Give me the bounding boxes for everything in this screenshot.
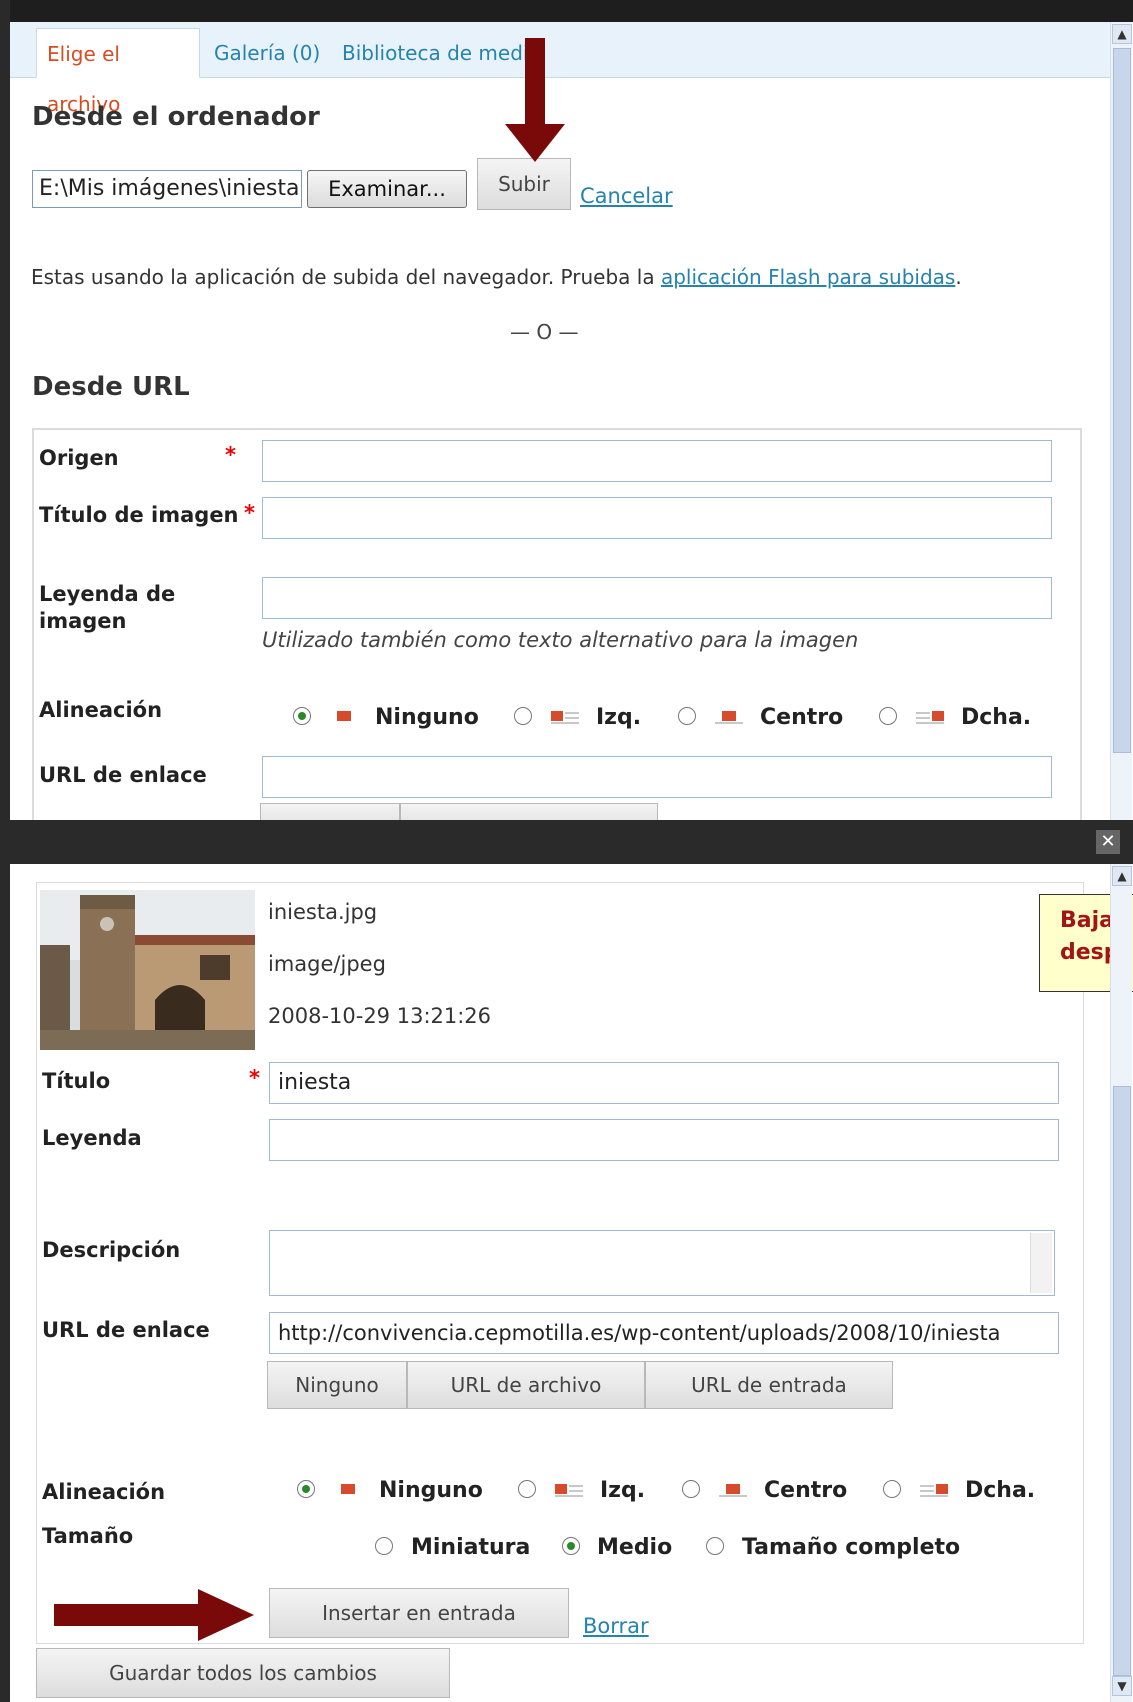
description-label: Descripción [42, 1238, 181, 1262]
size-thumbnail-label: Miniatura [411, 1535, 531, 1560]
size-full-radio[interactable] [706, 1537, 724, 1555]
tab-choose-file[interactable]: Elige el archivo [36, 28, 200, 116]
image-title-required-mark: * [244, 501, 255, 525]
align-none-label: Ninguno [375, 705, 479, 730]
link-url-label-bottom: URL de enlace [42, 1318, 210, 1342]
size-medium-label: Medio [597, 1535, 673, 1560]
align-none-radio[interactable] [293, 707, 311, 725]
align-left-radio[interactable] [514, 707, 532, 725]
align-none-icon [330, 708, 358, 724]
file-name: iniesta.jpg [268, 900, 378, 924]
upload-panel: Elige el archivo Galería (0) Biblioteca … [0, 0, 1133, 820]
title-input[interactable]: iniesta [269, 1062, 1059, 1104]
link-url-label: URL de enlace [39, 763, 207, 787]
align-center-icon [715, 708, 743, 724]
window-top-border [0, 0, 1133, 22]
align-right-icon-bottom [920, 1481, 948, 1497]
link-url-input-bottom[interactable]: http://convivencia.cepmotilla.es/wp-cont… [269, 1312, 1059, 1354]
size-thumbnail-radio[interactable] [375, 1537, 393, 1555]
align-none-icon-bottom [334, 1481, 362, 1497]
image-caption-input[interactable] [262, 577, 1052, 619]
caption-input[interactable] [269, 1119, 1059, 1161]
align-left-label-bottom: Izq. [600, 1478, 646, 1503]
arrow-right-icon [54, 1589, 254, 1641]
upload-notice: Estas usando la aplicación de subida del… [31, 265, 962, 289]
align-right-label-bottom: Dcha. [965, 1478, 1036, 1503]
top-scrollbar[interactable]: ▲ [1110, 22, 1132, 820]
browse-button[interactable]: Examinar... [307, 170, 467, 208]
caption-label: Leyenda [42, 1126, 142, 1150]
scroll-down-icon[interactable]: ▼ [1112, 1676, 1132, 1696]
arrow-down-icon [505, 38, 565, 162]
align-right-icon [916, 708, 944, 724]
image-thumbnail [40, 890, 255, 1050]
align-center-radio-bottom[interactable] [682, 1480, 700, 1498]
delete-link[interactable]: Borrar [583, 1614, 649, 1638]
align-center-label-bottom: Centro [764, 1478, 848, 1503]
link-none-button-partial[interactable] [260, 803, 400, 820]
alignment-label: Alineación [39, 698, 163, 722]
top-scroll-thumb[interactable] [1113, 48, 1131, 753]
link-none-button[interactable]: Ninguno [267, 1361, 407, 1409]
mime-type: image/jpeg [268, 952, 386, 976]
cancel-link[interactable]: Cancelar [580, 184, 673, 208]
flash-uploader-link[interactable]: aplicación Flash para subidas [661, 265, 955, 289]
align-right-radio[interactable] [879, 707, 897, 725]
size-full-label: Tamaño completo [742, 1535, 961, 1560]
link-file-button-partial[interactable] [400, 803, 658, 820]
align-left-icon [551, 708, 579, 724]
save-all-changes-button[interactable]: Guardar todos los cambios [36, 1648, 450, 1698]
size-label: Tamaño [42, 1524, 134, 1548]
align-none-label-bottom: Ninguno [379, 1478, 483, 1503]
description-textarea[interactable] [269, 1230, 1055, 1296]
link-url-input[interactable] [262, 756, 1052, 798]
origin-input[interactable] [262, 440, 1052, 482]
scroll-up-icon[interactable]: ▲ [1112, 24, 1132, 44]
origin-required-mark: * [225, 443, 236, 467]
image-title-input[interactable] [262, 497, 1052, 539]
title-label: Título [42, 1069, 111, 1093]
upload-button[interactable]: Subir [477, 158, 571, 210]
close-icon[interactable]: ✕ [1096, 830, 1120, 854]
from-computer-heading: Desde el ordenador [32, 102, 320, 132]
from-url-heading: Desde URL [32, 372, 190, 402]
image-title-label: Título de imagen [39, 503, 239, 527]
align-left-label: Izq. [596, 705, 642, 730]
align-right-label: Dcha. [961, 705, 1032, 730]
align-center-radio[interactable] [678, 707, 696, 725]
bottom-scrollbar[interactable]: ▲ ▼ [1110, 864, 1132, 1702]
align-center-icon-bottom [719, 1481, 747, 1497]
file-path-input[interactable]: E:\Mis imágenes\iniesta [32, 170, 302, 208]
align-left-radio-bottom[interactable] [518, 1480, 536, 1498]
image-caption-help: Utilizado también como texto alternativo… [262, 628, 859, 652]
textarea-scrollbar[interactable] [1030, 1233, 1052, 1293]
image-caption-label-line1: Leyenda de [39, 582, 176, 606]
align-none-radio-bottom[interactable] [297, 1480, 315, 1498]
link-file-url-button[interactable]: URL de archivo [407, 1361, 645, 1409]
align-center-label: Centro [760, 705, 844, 730]
notice-end: . [955, 265, 962, 289]
tab-gallery[interactable]: Galería (0) [204, 28, 330, 78]
title-required-mark: * [249, 1066, 260, 1090]
notice-text: Estas usando la aplicación de subida del… [31, 265, 661, 289]
link-post-url-button[interactable]: URL de entrada [645, 1361, 893, 1409]
origin-label: Origen [39, 446, 119, 470]
or-separator: — O — [510, 320, 579, 344]
align-left-icon-bottom [555, 1481, 583, 1497]
insert-into-post-button[interactable]: Insertar en entrada [269, 1588, 569, 1638]
upload-date: 2008-10-29 13:21:26 [268, 1004, 492, 1028]
image-caption-label-line2: imagen [39, 609, 127, 633]
panel-divider [0, 820, 1133, 864]
alignment-label-bottom: Alineación [42, 1480, 166, 1504]
size-medium-radio[interactable] [562, 1537, 580, 1555]
scroll-up-icon-bottom[interactable]: ▲ [1112, 866, 1132, 886]
align-right-radio-bottom[interactable] [883, 1480, 901, 1498]
bottom-scroll-thumb[interactable] [1113, 1086, 1131, 1676]
